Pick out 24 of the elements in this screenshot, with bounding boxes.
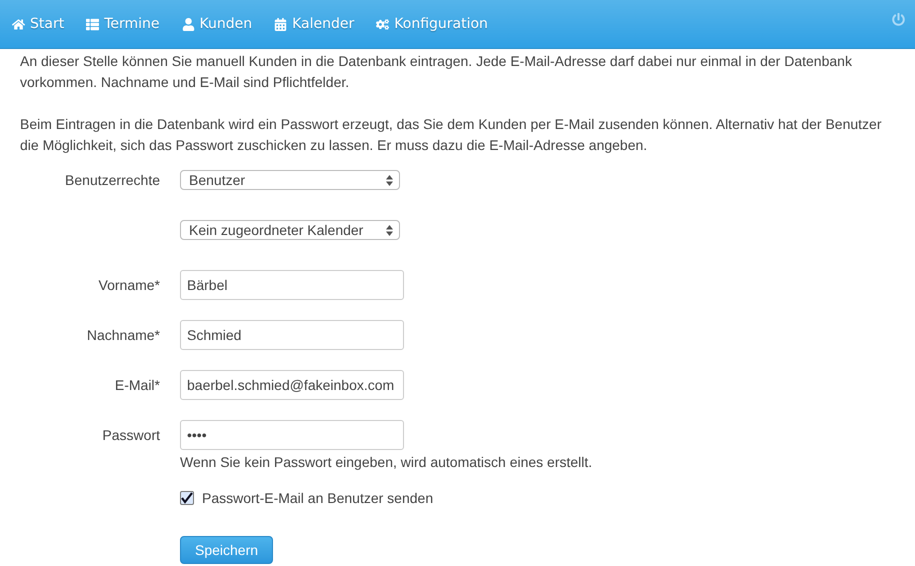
input-field[interactable]: baerbel.schmied@fakeinbox.com: [180, 370, 404, 400]
check-icon: [181, 492, 193, 504]
input-field[interactable]: ••••: [180, 420, 404, 450]
field-label: Benutzerrechte: [64, 171, 161, 190]
home-icon: [12, 18, 25, 30]
intro-paragraph: An dieser Stelle können Sie manuell Kunden in die Datenbank eintragen. Jede E-Mail-Adresse darf dabei nur einmal in der Datenbank vorkommen. Nachname und E-Mail sind Pflichtfelder.: [20, 52, 853, 92]
updown-icon: [386, 224, 393, 236]
select-field[interactable]: Benutzer: [180, 170, 400, 190]
field-label: Passwort: [101, 426, 161, 445]
calendar-icon: [274, 18, 288, 30]
checkbox-label: Passwort-E-Mail an Benutzer senden: [202, 490, 434, 506]
list-icon: [86, 18, 100, 30]
updown-icon: [386, 174, 393, 186]
intro-paragraph: Beim Eintragen in die Datenbank wird ein Passwort erzeugt, das Sie dem Kunden per E-Mail zusenden können. Alternativ hat der Benutzer die Möglichkeit, sich das Passwort zuschicken zu lassen. Er muss dazu die E-Mail-Adresse angeben.: [20, 115, 882, 155]
help-text: Wenn Sie kein Passwort eingeben, wird automatisch eines erstellt.: [180, 454, 592, 470]
select-field[interactable]: Kein zugeordneter Kalender: [180, 220, 400, 240]
field-label: Vorname*: [98, 276, 161, 295]
user-icon: [182, 18, 195, 30]
field-label: E-Mail*: [114, 376, 161, 395]
field-label: Nachname*: [86, 326, 161, 345]
input-field[interactable]: Bärbel: [180, 270, 404, 300]
input-field[interactable]: Schmied: [180, 320, 404, 350]
gears-icon: [376, 18, 390, 30]
checkbox[interactable]: [180, 491, 194, 505]
